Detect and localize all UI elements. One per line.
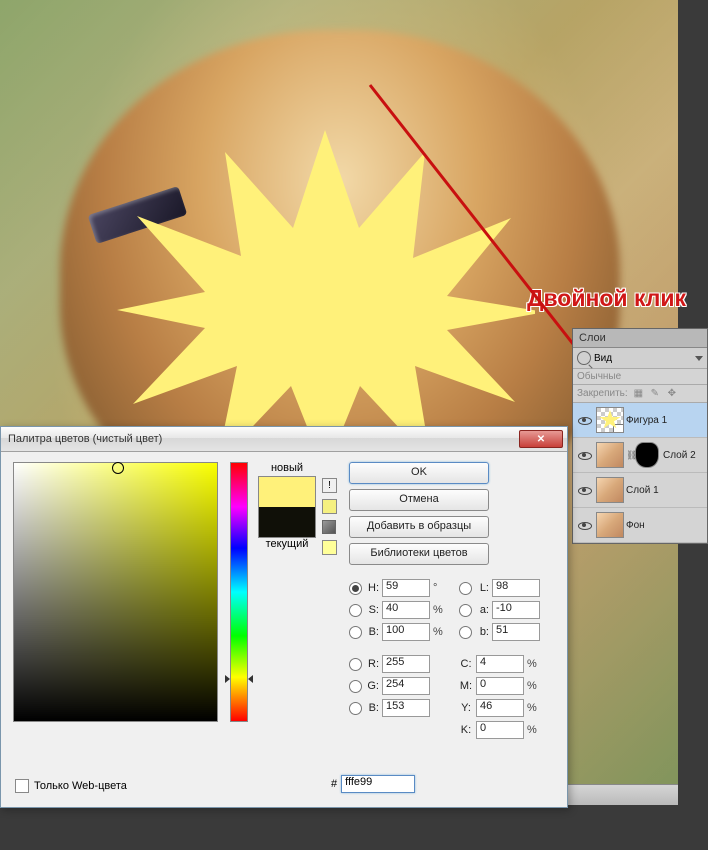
lock-brush-icon[interactable]: ✎ xyxy=(651,388,662,399)
visibility-toggle-icon[interactable] xyxy=(577,483,591,497)
input-l[interactable]: 98 xyxy=(492,579,540,597)
add-swatch-button[interactable]: Добавить в образцы xyxy=(349,516,489,538)
input-g[interactable]: 254 xyxy=(382,677,430,695)
layer-row-copy[interactable]: ⛓ Слой 2 xyxy=(573,438,707,473)
layer-filter-label[interactable]: Вид xyxy=(594,353,692,364)
input-a[interactable]: -10 xyxy=(492,601,540,619)
link-icon: ⛓ xyxy=(626,450,634,461)
close-button[interactable]: ✕ xyxy=(519,430,563,448)
hex-row: # fffe99 xyxy=(331,775,415,793)
color-picker-dialog: Палитра цветов (чистый цвет) ✕ новый тек… xyxy=(0,426,568,808)
dialog-title: Палитра цветов (чистый цвет) xyxy=(5,433,519,445)
lock-row: Закрепить: ▦ ✎ ✥ xyxy=(573,385,707,403)
new-color-label: новый xyxy=(258,462,316,474)
web-only-checkbox[interactable] xyxy=(15,779,29,793)
current-color-label: текущий xyxy=(258,538,316,550)
input-h[interactable]: 59 xyxy=(382,579,430,597)
lock-label: Закрепить: xyxy=(577,388,628,399)
radio-l[interactable] xyxy=(459,582,472,595)
color-field[interactable] xyxy=(13,462,218,722)
color-swatch-box xyxy=(258,476,316,538)
current-color-swatch[interactable] xyxy=(259,507,315,537)
layers-panel: Слои Вид Обычные Закрепить: ▦ ✎ ✥ Фигура… xyxy=(572,328,708,544)
gamut-warning-icon[interactable]: ! xyxy=(322,478,337,493)
radio-s[interactable] xyxy=(349,604,362,617)
websafe-swatch[interactable] xyxy=(322,540,337,555)
radio-h[interactable] xyxy=(349,582,362,595)
input-k[interactable]: 0 xyxy=(476,721,524,739)
input-c[interactable]: 4 xyxy=(476,655,524,673)
layer-name: Слой 1 xyxy=(626,485,659,496)
input-b3[interactable]: 51 xyxy=(492,623,540,641)
layer-name: Фигура 1 xyxy=(626,415,667,426)
input-b[interactable]: 100 xyxy=(382,623,430,641)
layer-name: Слой 2 xyxy=(663,450,696,461)
radio-r[interactable] xyxy=(349,658,362,671)
dialog-titlebar[interactable]: Палитра цветов (чистый цвет) ✕ xyxy=(1,427,567,452)
layer-thumbnail[interactable] xyxy=(596,477,624,503)
new-color-swatch[interactable] xyxy=(259,477,315,507)
input-b2[interactable]: 153 xyxy=(382,699,430,717)
layer-filter-row: Вид xyxy=(573,348,707,369)
layer-row-shape1[interactable]: Фигура 1 xyxy=(573,403,707,438)
ok-button[interactable]: OK xyxy=(349,462,489,484)
lock-transparency-icon[interactable]: ▦ xyxy=(634,388,645,399)
color-field-cursor[interactable] xyxy=(112,462,124,474)
chevron-down-icon[interactable] xyxy=(695,356,703,361)
hex-input[interactable]: fffe99 xyxy=(341,775,415,793)
radio-b3[interactable] xyxy=(459,626,472,639)
annotation-text: Двойной клик xyxy=(527,285,686,312)
visibility-toggle-icon[interactable] xyxy=(577,518,591,532)
color-libraries-button[interactable]: Библиотеки цветов xyxy=(349,543,489,565)
layer-mask-thumbnail[interactable] xyxy=(635,442,659,468)
layer-thumbnail[interactable] xyxy=(596,512,624,538)
web-only-label: Только Web-цвета xyxy=(34,780,127,792)
web-only-row: Только Web-цвета xyxy=(15,779,127,793)
visibility-toggle-icon[interactable] xyxy=(577,448,591,462)
layer-name: Фон xyxy=(626,520,645,531)
search-icon xyxy=(577,351,591,365)
radio-b2[interactable] xyxy=(349,702,362,715)
starburst-shape[interactable] xyxy=(115,122,535,472)
layer-row-layer1[interactable]: Слой 1 xyxy=(573,473,707,508)
radio-b[interactable] xyxy=(349,626,362,639)
radio-g[interactable] xyxy=(349,680,362,693)
cancel-button[interactable]: Отмена xyxy=(349,489,489,511)
layer-row-background[interactable]: Фон xyxy=(573,508,707,543)
input-r[interactable]: 255 xyxy=(382,655,430,673)
visibility-toggle-icon[interactable] xyxy=(577,413,591,427)
blend-mode-select[interactable]: Обычные xyxy=(573,369,707,385)
input-y[interactable]: 46 xyxy=(476,699,524,717)
cube-icon[interactable] xyxy=(322,520,336,534)
layer-thumbnail[interactable] xyxy=(596,442,624,468)
layers-tab[interactable]: Слои xyxy=(573,329,707,348)
input-m[interactable]: 0 xyxy=(476,677,524,695)
hex-label: # xyxy=(331,778,337,790)
layer-thumbnail[interactable] xyxy=(596,407,624,433)
radio-a[interactable] xyxy=(459,604,472,617)
lock-move-icon[interactable]: ✥ xyxy=(668,388,679,399)
hue-slider[interactable] xyxy=(230,462,248,722)
input-s[interactable]: 40 xyxy=(382,601,430,619)
gamut-swatch[interactable] xyxy=(322,499,337,514)
